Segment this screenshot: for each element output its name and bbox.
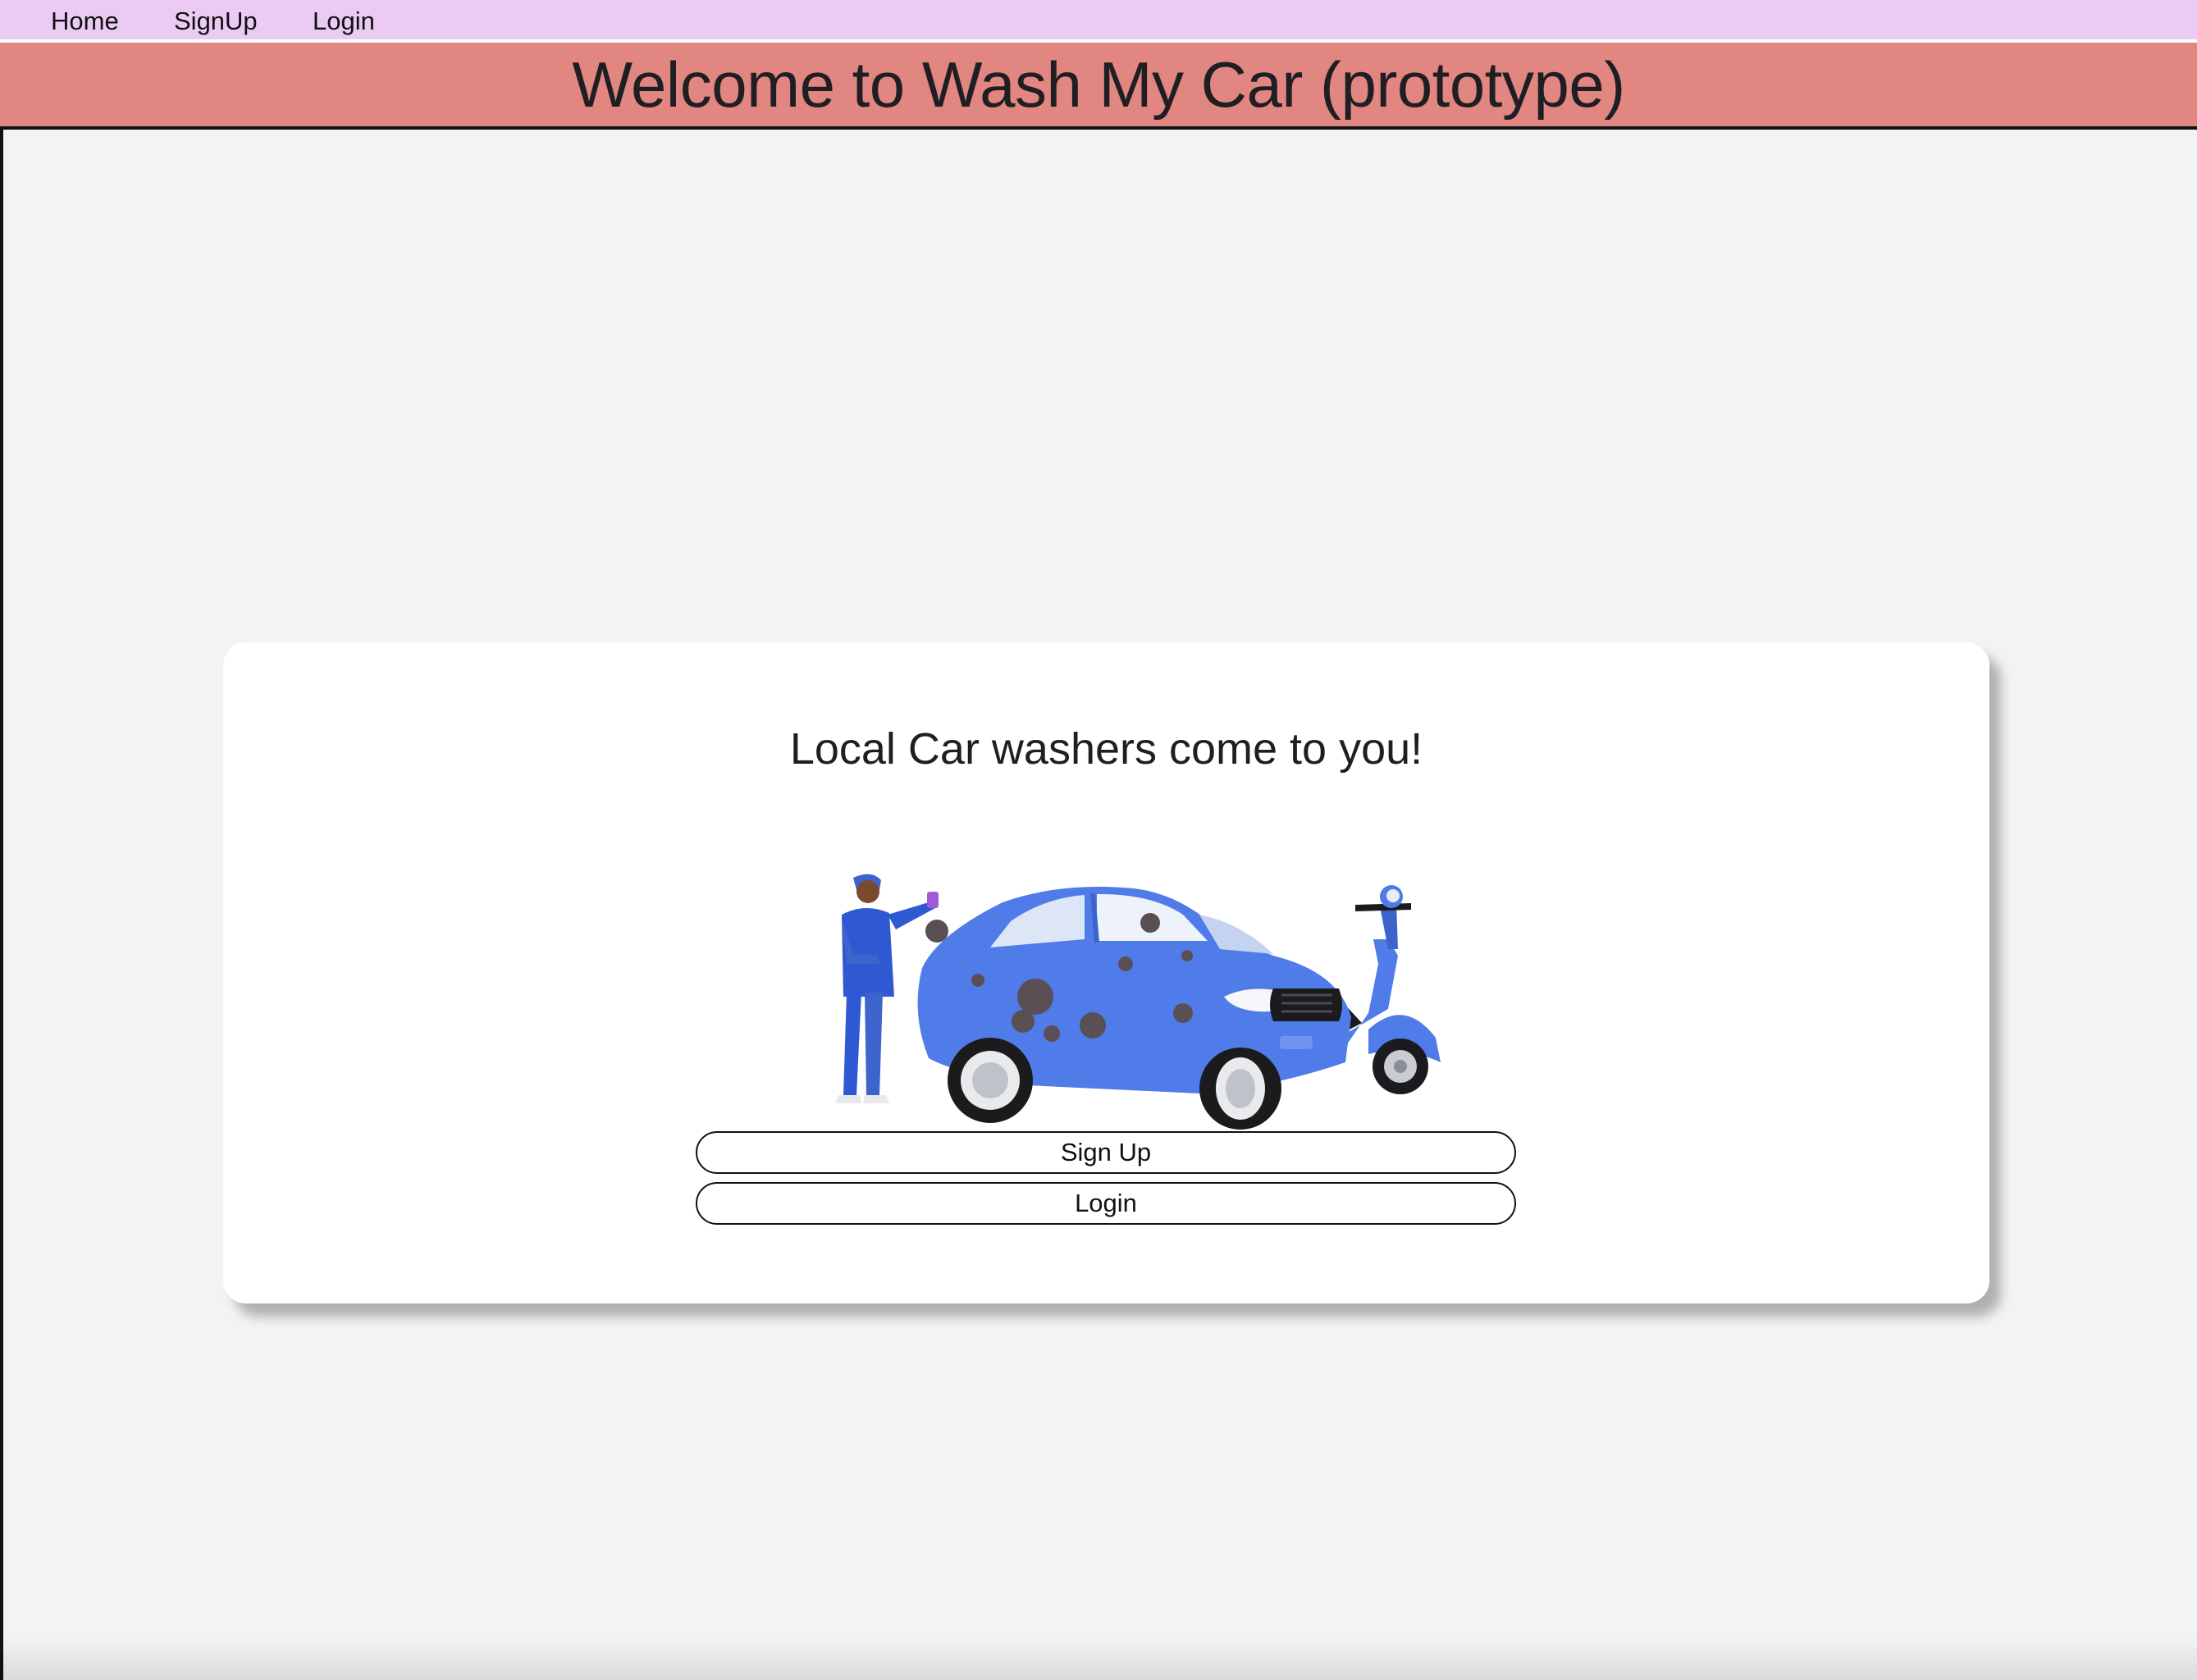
page-title: Welcome to Wash My Car (prototype)	[572, 48, 1625, 121]
hero-card: Local Car washers come to you! Sign Up L…	[223, 642, 1989, 1303]
welcome-banner: Welcome to Wash My Car (prototype)	[0, 43, 2197, 130]
nav-link-login[interactable]: Login	[313, 7, 375, 36]
content-frame: Local Car washers come to you! Sign Up L…	[0, 130, 2197, 1680]
nav-link-home[interactable]: Home	[51, 7, 119, 36]
login-button[interactable]: Login	[696, 1182, 1516, 1225]
top-nav: Home SignUp Login	[0, 0, 2197, 42]
sign-up-button[interactable]: Sign Up	[696, 1131, 1516, 1174]
car-icon	[917, 887, 1351, 1130]
hero-heading: Local Car washers come to you!	[789, 724, 1423, 774]
bottom-scroll-shadow	[0, 1637, 2197, 1680]
nav-link-signup[interactable]: SignUp	[174, 7, 258, 36]
